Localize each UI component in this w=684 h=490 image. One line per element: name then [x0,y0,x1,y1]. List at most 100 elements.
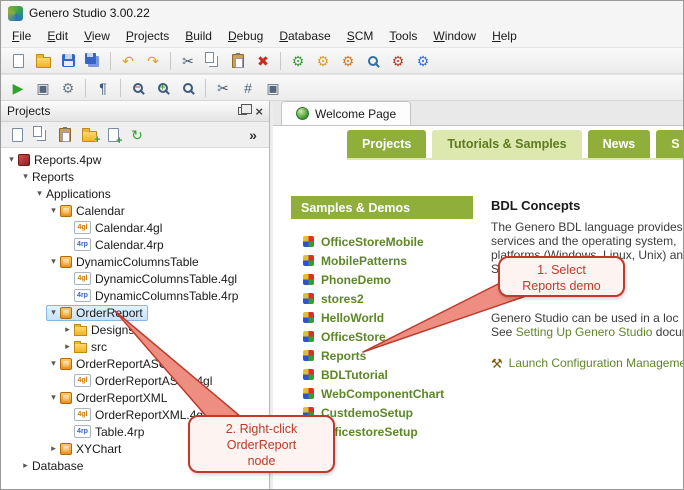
welcome-tab-tutorials-samples[interactable]: Tutorials & Samples [432,130,582,158]
tree-item-designs[interactable]: ▸ Designs [1,321,269,338]
setting-up-genero-studio-link[interactable]: Setting Up Genero Studio [516,325,653,339]
sample-item-mobilepatterns[interactable]: MobilePatterns [303,251,444,270]
cut-button[interactable]: ✂ [176,50,200,72]
expander-expanded-icon[interactable]: ▾ [33,189,46,198]
sample-item-officestoresetup[interactable]: OfficestoreSetup [303,422,444,441]
show-formatting-button[interactable]: ¶ [91,77,115,99]
sample-item-stores2[interactable]: stores2 [303,289,444,308]
tree-item-table-4rp[interactable]: 4rp Table.4rp [1,423,269,440]
zoom-reset-button[interactable] [176,77,200,99]
menu-item-build[interactable]: Build [177,26,220,46]
tree-item-orderreportxml[interactable]: ▾ OrderReportXML [1,389,269,406]
menu-item-scm[interactable]: SCM [339,26,382,46]
save-all-button[interactable] [81,50,105,72]
expander-expanded-icon[interactable]: ▾ [47,359,60,368]
tree-item-orderreportxml-4gl[interactable]: 4gl OrderReportXML.4gl [1,406,269,423]
build-settings-button[interactable]: ⚙ [411,50,435,72]
redo-button[interactable]: ↷ [141,50,165,72]
menu-item-database[interactable]: Database [271,26,338,46]
save-button[interactable] [56,50,80,72]
expander-collapsed-icon[interactable]: ▸ [61,325,74,334]
tree-item-dynamiccolumnstable[interactable]: ▾ DynamicColumnsTable [1,253,269,270]
expander-expanded-icon[interactable]: ▾ [5,155,18,164]
welcome-tab-s[interactable]: S [656,130,683,158]
close-panel-icon[interactable]: × [255,105,263,118]
zoom-out-button[interactable] [126,77,150,99]
tree-item-src[interactable]: ▸ src [1,338,269,355]
expander-expanded-icon[interactable]: ▾ [19,172,32,181]
sample-item-officestore[interactable]: OfficeStore [303,327,444,346]
copy-icon [205,52,214,63]
menu-item-window[interactable]: Window [425,26,484,46]
split-button[interactable]: ✂ [211,77,235,99]
zoom-in-button[interactable] [151,77,175,99]
menu-item-help[interactable]: Help [484,26,525,46]
tree-item-orderreport[interactable]: ▾ OrderReport [1,304,269,321]
welcome-tab-news[interactable]: News [587,130,651,158]
tab-welcome-page[interactable]: Welcome Page [281,101,412,125]
sample-item-label: stores2 [321,291,364,306]
menu-item-projects[interactable]: Projects [118,26,177,46]
expander-collapsed-icon[interactable]: ▸ [47,444,60,453]
menu-item-edit[interactable]: Edit [39,26,76,46]
float-panel-icon[interactable] [238,104,253,115]
run-button[interactable]: ▶ [6,77,30,99]
find-button[interactable] [361,50,385,72]
new-file-button[interactable] [6,50,30,72]
menu-item-debug[interactable]: Debug [220,26,271,46]
sample-item-reports[interactable]: Reports [303,346,444,365]
tree-item-calendar-4gl[interactable]: 4gl Calendar.4gl [1,219,269,236]
tree-item-applications[interactable]: ▾ Applications [1,185,269,202]
tree-item-reports[interactable]: ▾ Reports [1,168,269,185]
launch-configuration-management-link[interactable]: Launch Configuration Management [509,356,683,370]
sample-item-officestoremobile[interactable]: OfficeStoreMobile [303,232,444,251]
paste-node-button[interactable] [54,125,76,145]
sample-item-helloworld[interactable]: HelloWorld [303,308,444,327]
app-icon [60,357,72,370]
open-file-button[interactable] [31,50,55,72]
compile-button[interactable]: ⚙ [311,50,335,72]
tree-item-reports-4pw[interactable]: ▾ Reports.4pw [1,151,269,168]
menu-item-tools[interactable]: Tools [381,26,425,46]
run-settings-button[interactable]: ▣ [31,77,55,99]
expander-expanded-icon[interactable]: ▾ [47,308,60,317]
expander-expanded-icon[interactable]: ▾ [47,206,60,215]
welcome-tab-projects[interactable]: Projects [347,130,427,158]
copy-node-button[interactable] [30,125,52,145]
tree-item-dynamiccolumnstable-4rp[interactable]: 4rp DynamicColumnsTable.4rp [1,287,269,304]
menu-item-view[interactable]: View [76,26,118,46]
stop-build-button[interactable]: ⚙ [386,50,410,72]
article-text-line: See Setting Up Genero Studio docume [491,325,683,339]
sample-item-phonedemo[interactable]: PhoneDemo [303,270,444,289]
new-group-button[interactable] [78,125,101,146]
sample-item-bdltutorial[interactable]: BDLTutorial [303,365,444,384]
copy-button[interactable] [201,50,225,72]
expander-collapsed-icon[interactable]: ▸ [61,342,74,351]
tree-item-orderreportascii[interactable]: ▾ OrderReportASCII [1,355,269,372]
tree-item-calendar[interactable]: ▾ Calendar [1,202,269,219]
tree-item-orderreportascii-4gl[interactable]: 4gl OrderReportASCII.4gl [1,372,269,389]
add-files-button[interactable] [102,125,124,147]
undo-button[interactable]: ↶ [116,50,140,72]
paste-button[interactable] [226,50,250,72]
sample-item-webcomponentchart[interactable]: WebComponentChart [303,384,444,403]
expander-expanded-icon[interactable]: ▾ [47,393,60,402]
layout-frame-button[interactable]: ▣ [261,77,285,99]
tree-item-xychart[interactable]: ▸ XYChart [1,440,269,457]
tree-item-calendar-4rp[interactable]: 4rp Calendar.4rp [1,236,269,253]
menu-item-file[interactable]: File [4,26,39,46]
toolbar-overflow-button[interactable]: » [242,125,264,145]
debug-button[interactable]: ⚙ [56,77,80,99]
tree-item-dynamiccolumnstable-4gl[interactable]: 4gl DynamicColumnsTable.4gl [1,270,269,287]
sample-item-custdemosetup[interactable]: CustdemoSetup [303,403,444,422]
layout-grid-button[interactable]: # [236,77,260,99]
rebuild-button[interactable]: ⚙ [336,50,360,72]
delete-button[interactable]: ✖ [251,50,275,72]
link-with-editor-button[interactable] [6,125,28,145]
build-button[interactable]: ⚙ [286,50,310,72]
tree-item-database[interactable]: ▸ Database [1,457,269,474]
refresh-button[interactable]: ↻ [126,125,148,145]
expander-expanded-icon[interactable]: ▾ [47,257,60,266]
tree-item-label: Calendar [76,203,125,218]
expander-collapsed-icon[interactable]: ▸ [19,461,32,470]
